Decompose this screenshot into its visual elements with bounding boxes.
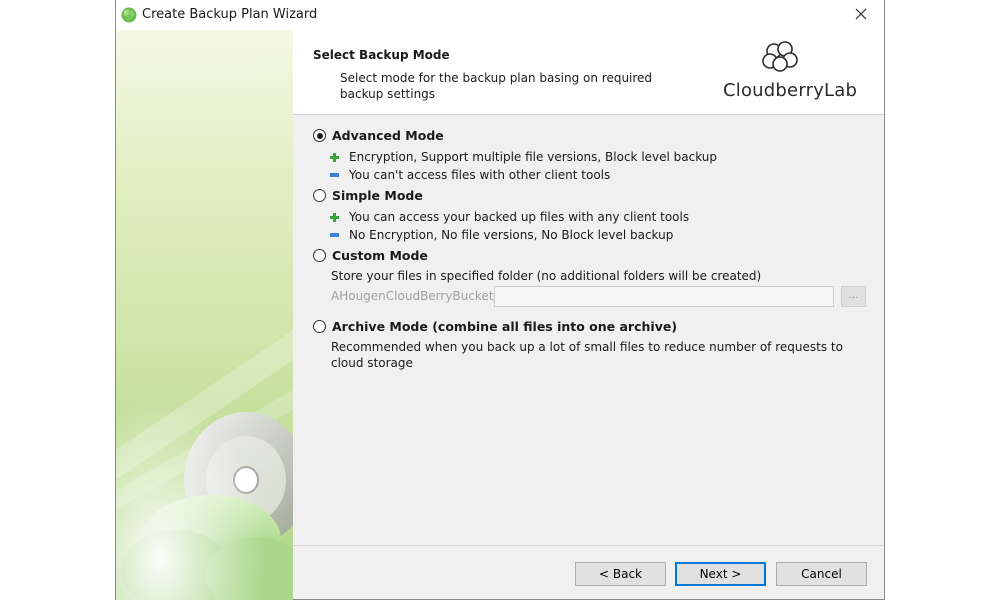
plus-icon <box>330 152 339 162</box>
close-icon <box>855 8 867 23</box>
advanced-mode-label[interactable]: Advanced Mode <box>332 128 444 143</box>
cloudberry-logo-text: CloudberryLab <box>723 80 858 101</box>
cancel-button[interactable]: Cancel <box>776 562 867 586</box>
archive-mode-label[interactable]: Archive Mode (combine all files into one… <box>332 319 677 334</box>
next-button[interactable]: Next > <box>675 562 766 586</box>
archive-mode-option[interactable]: Archive Mode (combine all files into one… <box>313 319 677 334</box>
advanced-mode-option[interactable]: Advanced Mode <box>313 128 444 143</box>
wizard-side-banner <box>116 30 293 600</box>
simple-mode-radio[interactable] <box>313 189 326 202</box>
archive-mode-description: Recommended when you back up a lot of sm… <box>331 340 843 370</box>
advanced-mode-radio[interactable] <box>313 129 326 142</box>
title-bar: Create Backup Plan Wizard <box>116 0 884 30</box>
window-title: Create Backup Plan Wizard <box>142 7 318 22</box>
minus-icon <box>330 173 339 177</box>
cloudberry-logo-icon <box>758 39 804 75</box>
custom-mode-option[interactable]: Custom Mode <box>313 248 428 263</box>
custom-mode-description: Store your files in specified folder (no… <box>331 269 762 283</box>
archive-mode-radio[interactable] <box>313 320 326 333</box>
simple-mode-option[interactable]: Simple Mode <box>313 188 423 203</box>
custom-mode-radio[interactable] <box>313 249 326 262</box>
custom-folder-input[interactable] <box>494 286 834 307</box>
cloudberry-app-icon <box>121 7 137 23</box>
custom-folder-prefix: AHougenCloudBerryBucket/ <box>331 289 498 303</box>
plus-icon <box>330 212 339 222</box>
page-subtitle: Select mode for the backup plan basing o… <box>340 71 653 101</box>
advanced-mode-pro: Encryption, Support multiple file versio… <box>330 150 717 164</box>
backup-disc-illustration <box>116 330 293 600</box>
minus-icon <box>330 233 339 237</box>
footer-divider <box>293 545 884 546</box>
wizard-header: Select Backup Mode Select mode for the b… <box>293 30 884 115</box>
wizard-window: Create Backup Plan Wizard Select Backup … <box>115 0 885 600</box>
close-button[interactable] <box>838 0 884 30</box>
simple-mode-con: No Encryption, No file versions, No Bloc… <box>330 228 673 242</box>
browse-folder-button[interactable]: ... <box>841 286 866 307</box>
simple-mode-pro: You can access your backed up files with… <box>330 210 689 224</box>
back-button[interactable]: < Back <box>575 562 666 586</box>
advanced-mode-con: You can't access files with other client… <box>330 168 610 182</box>
custom-mode-label[interactable]: Custom Mode <box>332 248 428 263</box>
simple-mode-label[interactable]: Simple Mode <box>332 188 423 203</box>
page-title: Select Backup Mode <box>313 48 450 62</box>
backup-mode-options: Advanced Mode Encryption, Support multip… <box>293 115 884 545</box>
